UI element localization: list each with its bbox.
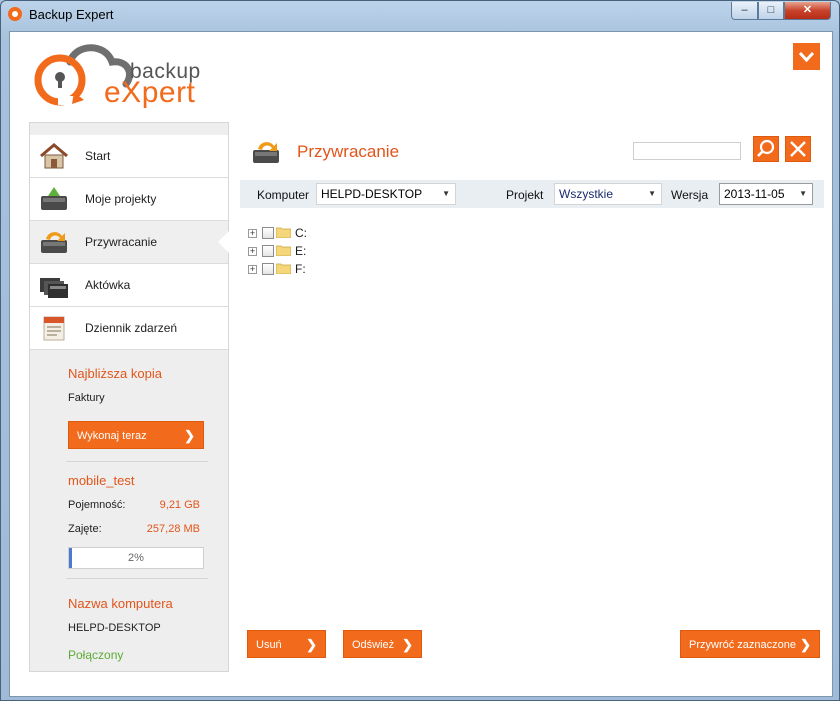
folder-icon xyxy=(276,227,291,238)
sidebar-item-label: Dziennik zdarzeń xyxy=(85,321,178,335)
used-value: 257,28 MB xyxy=(146,523,200,535)
connection-status: Połączony xyxy=(68,648,124,662)
chevron-down-icon xyxy=(798,51,815,63)
delete-label: Usuń xyxy=(256,639,282,651)
search-input[interactable] xyxy=(633,142,741,160)
version-filter-label: Wersja xyxy=(671,188,709,202)
chevron-right-icon: ❯ xyxy=(800,637,811,652)
title-bar[interactable]: Backup Expert – □ ✕ xyxy=(1,1,839,29)
briefcase-icon xyxy=(40,278,68,298)
next-backup-title: Najbliższa kopia xyxy=(68,366,162,381)
folder-icon xyxy=(276,263,291,274)
dropdown-arrow-icon: ▼ xyxy=(799,189,807,198)
sidebar-item-label: Przywracanie xyxy=(85,235,158,249)
node-checkbox[interactable] xyxy=(262,263,274,275)
version-select[interactable]: 2013-11-05 ▼ xyxy=(719,183,813,205)
project-select-value: Wszystkie xyxy=(559,187,613,201)
app-icon xyxy=(8,7,22,21)
folder-icon xyxy=(276,245,291,256)
window-title: Backup Expert xyxy=(29,7,114,22)
computer-select-value: HELPD-DESKTOP xyxy=(321,187,423,201)
progress-text: 2% xyxy=(128,552,144,564)
computer-select[interactable]: HELPD-DESKTOP ▼ xyxy=(316,183,456,205)
sidebar-item-moje-projekty[interactable]: Moje projekty xyxy=(30,178,228,221)
search-icon xyxy=(757,139,775,157)
computer-name-value: HELPD-DESKTOP xyxy=(68,622,161,634)
storage-progress-bar: 2% xyxy=(68,547,204,569)
restore-icon xyxy=(253,142,279,163)
restore-icon xyxy=(41,232,67,253)
run-now-label: Wykonaj teraz xyxy=(77,430,147,442)
sidebar-item-label: Aktówka xyxy=(85,278,131,292)
menu-toggle-button[interactable] xyxy=(793,43,820,70)
project-filter-label: Projekt xyxy=(506,188,544,202)
node-checkbox[interactable] xyxy=(262,227,274,239)
expand-icon[interactable]: + xyxy=(248,247,257,256)
sidebar-item-label: Start xyxy=(85,149,111,163)
node-checkbox[interactable] xyxy=(262,245,274,257)
app-window: Backup Expert – □ ✕ backup eXpert Start … xyxy=(0,0,840,701)
dropdown-arrow-icon: ▼ xyxy=(648,189,656,198)
capacity-value: 9,21 GB xyxy=(159,499,200,511)
used-label: Zajęte: xyxy=(68,523,102,535)
minimize-button[interactable]: – xyxy=(731,2,758,20)
sidebar: Start Moje projekty Przywracanie Aktówka… xyxy=(29,122,229,672)
computer-name-title: Nazwa komputera xyxy=(68,596,173,611)
close-button[interactable]: ✕ xyxy=(784,2,831,20)
node-label: F: xyxy=(295,262,306,276)
node-label: C: xyxy=(295,226,307,240)
clear-search-button[interactable] xyxy=(785,136,811,162)
expand-icon[interactable]: + xyxy=(248,229,257,238)
sidebar-item-przywracanie[interactable]: Przywracanie xyxy=(30,221,229,264)
refresh-label: Odśwież xyxy=(352,639,395,651)
version-select-value: 2013-11-05 xyxy=(724,187,785,201)
close-icon xyxy=(790,141,806,157)
run-now-button[interactable]: Wykonaj teraz ❯ xyxy=(68,421,204,449)
page-title: Przywracanie xyxy=(297,142,400,161)
sidebar-item-start[interactable]: Start xyxy=(30,135,228,178)
divider xyxy=(66,461,208,462)
storage-title: mobile_test xyxy=(68,473,135,488)
restore-selected-label: Przywróć zaznaczone xyxy=(689,639,796,651)
chevron-right-icon: ❯ xyxy=(184,428,195,443)
refresh-button[interactable]: Odśwież ❯ xyxy=(343,630,422,658)
projects-icon xyxy=(41,187,67,210)
dropdown-arrow-icon: ▼ xyxy=(442,189,450,198)
computer-filter-label: Komputer xyxy=(257,188,310,202)
restore-selected-button[interactable]: Przywróć zaznaczone ❯ xyxy=(680,630,820,658)
sidebar-item-dziennik-zdarzen[interactable]: Dziennik zdarzeń xyxy=(30,307,228,350)
maximize-button[interactable]: □ xyxy=(758,2,784,20)
filter-bar: Komputer HELPD-DESKTOP ▼ Projekt Wszystk… xyxy=(240,180,824,208)
sidebar-item-aktowka[interactable]: Aktówka xyxy=(30,264,228,307)
active-indicator xyxy=(218,231,229,253)
next-backup-name: Faktury xyxy=(68,392,105,404)
brand-line-2: eXpert xyxy=(104,76,196,109)
calendar-log-icon xyxy=(43,316,65,341)
client-area: backup eXpert Start Moje projekty Przywr… xyxy=(9,31,833,697)
search-button[interactable] xyxy=(753,136,779,162)
project-select[interactable]: Wszystkie ▼ xyxy=(554,183,662,205)
chevron-right-icon: ❯ xyxy=(402,637,413,652)
delete-button[interactable]: Usuń ❯ xyxy=(247,630,326,658)
chevron-right-icon: ❯ xyxy=(306,637,317,652)
divider xyxy=(66,578,208,579)
expand-icon[interactable]: + xyxy=(248,265,257,274)
home-icon xyxy=(40,143,68,169)
node-label: E: xyxy=(295,244,307,258)
sidebar-item-label: Moje projekty xyxy=(85,192,157,206)
